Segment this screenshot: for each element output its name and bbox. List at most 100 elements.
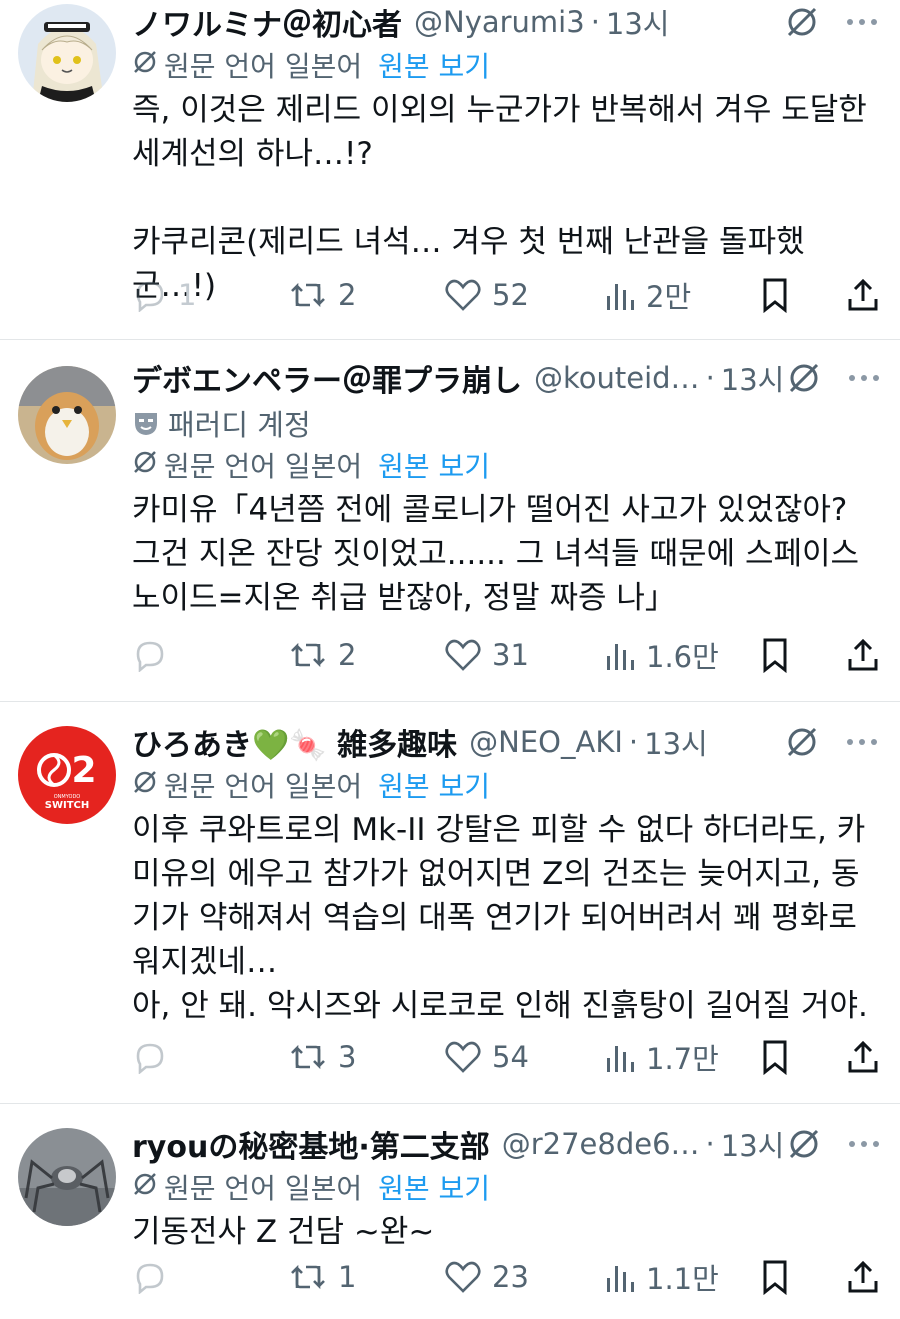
heart-icon	[445, 1041, 481, 1073]
more-options-icon[interactable]	[842, 722, 882, 762]
parody-label-text: 패러디 계정	[168, 408, 311, 442]
avatar[interactable]	[18, 1128, 116, 1226]
reply-icon	[136, 281, 164, 312]
avatar[interactable]: 2 ONMYODO SWITCH	[18, 726, 116, 824]
like-button[interactable]: 23	[444, 1260, 529, 1294]
grok-icon[interactable]	[782, 722, 822, 762]
reply-icon	[136, 1043, 164, 1074]
views-button[interactable]: 1.6만	[604, 634, 719, 676]
reply-button[interactable]: 1	[132, 278, 196, 312]
show-original-link[interactable]: 원본 보기	[378, 765, 490, 805]
user-handle[interactable]: @kouteid…	[534, 361, 700, 395]
grok-icon[interactable]	[782, 2, 822, 42]
avatar[interactable]	[18, 4, 116, 102]
share-icon	[848, 638, 878, 671]
plush-toy-avatar-icon	[18, 366, 116, 464]
onmyodo-switch-logo-icon: 2 ONMYODO SWITCH	[18, 726, 116, 824]
retweet-icon	[291, 282, 325, 308]
retweet-button[interactable]: 2	[288, 638, 356, 672]
post-text: 카미유「4년쯤 전에 콜로니가 떨어진 사고가 있었잖아? 그건 지온 잔당 짓…	[132, 492, 860, 616]
grok-icon[interactable]	[784, 1124, 824, 1164]
retweet-button[interactable]: 1	[288, 1260, 356, 1294]
timestamp[interactable]: 13시	[606, 1, 670, 43]
views-icon	[607, 644, 634, 670]
views-count: 2만	[646, 280, 692, 314]
post-header: デボエンペラー＠罪プラ崩し @kouteid… · 13시	[132, 356, 884, 400]
translate-icon	[132, 49, 158, 82]
retweet-button[interactable]: 2	[288, 278, 356, 312]
post-header: ノワルミナ＠初心者 @Nyarumi3 · 13시	[132, 0, 882, 44]
share-icon	[848, 1260, 878, 1293]
share-icon	[848, 278, 878, 311]
views-count: 1.7만	[646, 1042, 719, 1076]
retweet-count: 3	[338, 1040, 357, 1074]
translated-from-label: 원문 언어 일본어	[164, 50, 363, 83]
translate-icon	[132, 769, 158, 802]
user-handle[interactable]: @Nyarumi3	[414, 5, 585, 39]
retweet-icon	[291, 1044, 325, 1070]
bookmark-button[interactable]	[760, 1039, 790, 1075]
reply-button[interactable]	[132, 638, 178, 672]
share-button[interactable]	[846, 637, 880, 673]
like-count: 31	[492, 638, 529, 672]
like-button[interactable]: 52	[444, 278, 529, 312]
reply-post[interactable]: ryouの秘密基地·第二支部 @r27e8de6… · 13시 원문 언어 일본…	[0, 1104, 900, 1319]
reply-feed: ノワルミナ＠初心者 @Nyarumi3 · 13시 원문 언어 일본어 원본 보…	[0, 0, 900, 1319]
timestamp[interactable]: 13시	[644, 721, 708, 763]
timestamp[interactable]: 13시	[721, 1123, 785, 1165]
reply-post[interactable]: デボエンペラー＠罪プラ崩し @kouteid… · 13시 패러디 계정 원문 …	[0, 340, 900, 702]
user-handle[interactable]: @r27e8de6…	[502, 1127, 700, 1161]
share-button[interactable]	[846, 1259, 880, 1295]
translate-icon	[132, 1171, 158, 1204]
views-button[interactable]: 2만	[604, 274, 691, 316]
more-options-icon[interactable]	[844, 1124, 884, 1164]
views-button[interactable]: 1.1만	[604, 1256, 719, 1298]
like-count: 54	[492, 1040, 529, 1074]
post-text: 기동전사 Z 건담 ~완~	[132, 1214, 435, 1250]
reply-icon	[136, 641, 164, 672]
translation-notice: 원문 언어 일본어 원본 보기	[132, 764, 882, 806]
show-original-link[interactable]: 원본 보기	[378, 445, 490, 485]
translation-notice: 원문 언어 일본어 원본 보기	[132, 44, 882, 86]
views-icon	[607, 1046, 634, 1072]
bookmark-button[interactable]	[760, 637, 790, 673]
share-button[interactable]	[846, 1039, 880, 1075]
share-icon	[848, 1040, 878, 1073]
display-name[interactable]: デボエンペラー＠罪プラ崩し	[132, 356, 522, 400]
user-handle[interactable]: @NEO_AKI	[469, 725, 623, 759]
show-original-link[interactable]: 원본 보기	[378, 45, 490, 85]
like-button[interactable]: 54	[444, 1040, 529, 1074]
svg-text:2: 2	[71, 750, 96, 791]
views-icon	[607, 1266, 634, 1292]
more-options-icon[interactable]	[844, 358, 884, 398]
display-name[interactable]: ノワルミナ＠初心者	[132, 0, 402, 44]
action-bar: 3 54 1.7만	[132, 1032, 882, 1082]
bookmark-button[interactable]	[760, 277, 790, 313]
retweet-icon	[291, 1264, 325, 1290]
grok-icon[interactable]	[784, 358, 824, 398]
action-bar: 2 31 1.6만	[132, 630, 884, 680]
share-button[interactable]	[846, 277, 880, 313]
display-name[interactable]: ryouの秘密基地·第二支部	[132, 1122, 490, 1166]
show-original-link[interactable]: 원본 보기	[378, 1167, 490, 1207]
more-options-icon[interactable]	[842, 2, 882, 42]
like-button[interactable]: 31	[444, 638, 529, 672]
reply-post[interactable]: ノワルミナ＠初心者 @Nyarumi3 · 13시 원문 언어 일본어 원본 보…	[0, 0, 900, 340]
reply-post[interactable]: 2 ONMYODO SWITCH ひろあき💚🍬 雑多趣味 @NEO_AKI · …	[0, 702, 900, 1104]
bookmark-icon	[763, 1260, 787, 1295]
avatar[interactable]	[18, 366, 116, 464]
display-name[interactable]: ひろあき💚🍬 雑多趣味	[132, 720, 457, 764]
reply-button[interactable]	[132, 1260, 178, 1294]
views-button[interactable]: 1.7만	[604, 1036, 719, 1078]
bookmark-button[interactable]	[760, 1259, 790, 1295]
bookmark-icon	[763, 638, 787, 673]
timestamp[interactable]: 13시	[721, 357, 785, 399]
anime-girl-avatar-icon	[18, 4, 116, 102]
spider-robot-avatar-icon	[18, 1128, 116, 1226]
retweet-count: 2	[338, 278, 357, 312]
retweet-button[interactable]: 3	[288, 1040, 356, 1074]
translated-from-label: 원문 언어 일본어	[164, 1172, 363, 1205]
action-bar: 1 2 52 2만	[132, 270, 882, 320]
reply-button[interactable]	[132, 1040, 178, 1074]
views-icon	[607, 284, 634, 310]
